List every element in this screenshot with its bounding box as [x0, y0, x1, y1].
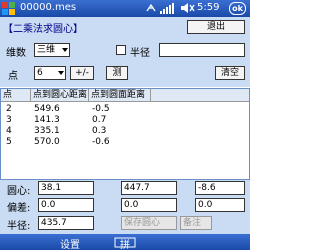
- ok-button[interactable]: ok: [229, 2, 246, 15]
- input-method-softkey[interactable]: 拼: [120, 236, 130, 250]
- dimension-value: 三维: [37, 45, 56, 55]
- chevron-down-icon: [62, 48, 68, 52]
- radius-check-label: 半径: [130, 48, 150, 59]
- results-panel: 圆心: 38.1 447.7 -8.6 偏差: 0.0 0.0 0.0 半径: …: [0, 180, 250, 234]
- title-bar: 00000.mes 5:59 ok: [0, 0, 250, 17]
- point-label: 点: [8, 71, 18, 82]
- point-value: 6: [37, 68, 43, 78]
- table-header: 点 点到圆心距离 点到圆面距离: [1, 89, 249, 102]
- point-cell: 5: [6, 137, 12, 147]
- center-distance-cell: 570.0: [34, 137, 60, 147]
- center-distance-cell: 549.6: [34, 104, 60, 114]
- surface-distance-cell: 0.7: [92, 115, 107, 125]
- radius-result-field[interactable]: 435.7: [38, 216, 94, 230]
- center-distance-cell: 335.1: [34, 126, 60, 136]
- deviation-x-field[interactable]: 0.0: [38, 198, 94, 212]
- chevron-down-icon: [58, 71, 64, 75]
- plus-minus-button[interactable]: +/-: [70, 66, 94, 80]
- surface-distance-cell: -0.5: [92, 104, 110, 114]
- dimension-label: 维数: [6, 48, 26, 59]
- speaker-icon[interactable]: [180, 2, 196, 14]
- surface-distance-cell: 0.3: [92, 126, 107, 136]
- exit-button[interactable]: 退出: [187, 20, 245, 34]
- deviation-y-field[interactable]: 0.0: [121, 198, 177, 212]
- table-row[interactable]: 4 335.1 0.3: [1, 126, 249, 137]
- save-center-field[interactable]: 保存圆心: [121, 216, 177, 230]
- clock-time[interactable]: 5:59: [197, 2, 219, 13]
- settings-panel: 【二乘法求圆心】 退出 维数 三维 半径 点 6 +/- 测 清空: [0, 17, 250, 87]
- center-label: 圆心:: [7, 186, 31, 197]
- deviation-label: 偏差:: [7, 203, 31, 214]
- center-distance-cell: 141.3: [34, 115, 60, 125]
- mode-title: 【二乘法求圆心】: [3, 24, 83, 35]
- table-row[interactable]: 5 570.0 -0.6: [1, 137, 249, 148]
- center-y-field[interactable]: 447.7: [121, 181, 177, 195]
- radius-result-label: 半径:: [7, 221, 31, 232]
- surface-distance-cell: -0.6: [92, 137, 110, 147]
- column-header[interactable]: 点到圆心距离: [31, 89, 89, 102]
- center-x-field[interactable]: 38.1: [38, 181, 94, 195]
- radius-checkbox[interactable]: [116, 45, 126, 55]
- radius-input[interactable]: [159, 43, 245, 57]
- column-header[interactable]: 点: [1, 89, 31, 102]
- dimension-select[interactable]: 三维: [34, 43, 70, 57]
- connectivity-icon[interactable]: [146, 3, 156, 13]
- signal-strength-icon[interactable]: [160, 2, 174, 14]
- point-cell: 3: [6, 115, 12, 125]
- table-row[interactable]: 2 549.6 -0.5: [1, 104, 249, 115]
- measure-button[interactable]: 测: [106, 66, 128, 80]
- settings-softkey[interactable]: 设置: [60, 236, 80, 250]
- app-title: 00000.mes: [20, 2, 77, 13]
- center-z-field[interactable]: -8.6: [195, 181, 245, 195]
- column-header[interactable]: 点到圆面距离: [89, 89, 151, 102]
- point-select[interactable]: 6: [34, 66, 66, 80]
- points-table[interactable]: 点 点到圆心距离 点到圆面距离 2 549.6 -0.5 3 141.3 0.7…: [0, 88, 250, 180]
- point-cell: 2: [6, 104, 12, 114]
- note-field[interactable]: 备注: [180, 216, 212, 230]
- deviation-z-field[interactable]: 0.0: [195, 198, 245, 212]
- point-cell: 4: [6, 126, 12, 136]
- table-row[interactable]: 3 141.3 0.7: [1, 115, 249, 126]
- windows-start-icon[interactable]: [1, 1, 16, 16]
- clear-button[interactable]: 清空: [215, 66, 245, 80]
- softkey-bar: 设置 拼: [0, 234, 250, 250]
